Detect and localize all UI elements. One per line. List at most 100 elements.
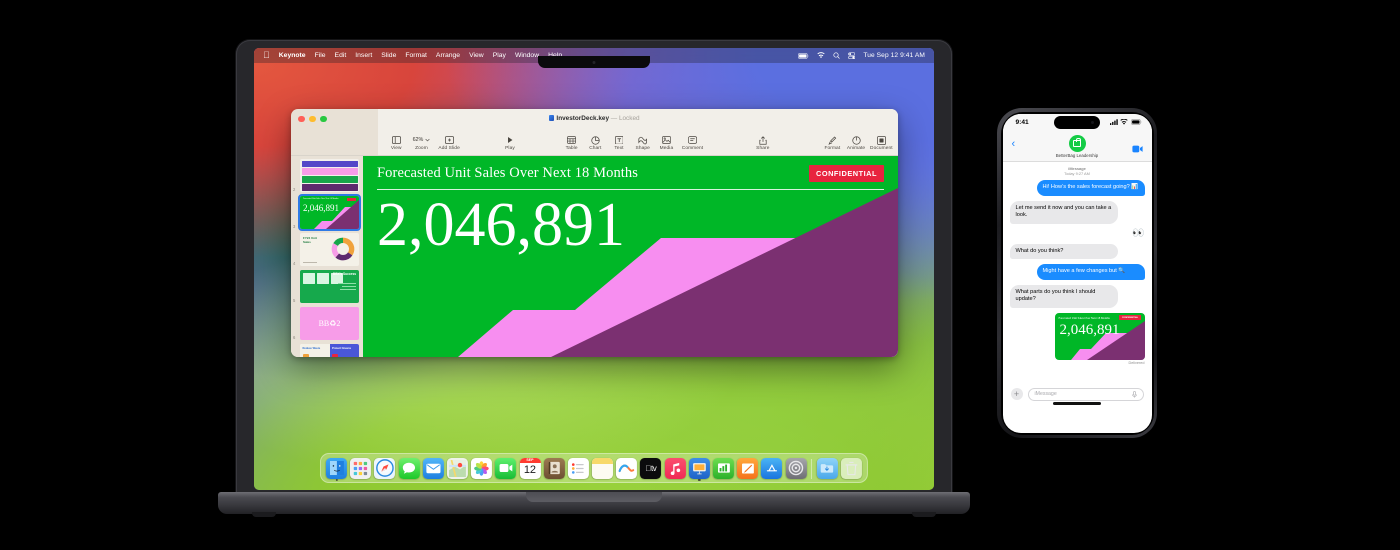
dock-app-launchpad[interactable] (350, 457, 372, 479)
slide-hero-number[interactable]: 2,046,891 (377, 194, 625, 256)
toolbar-comment-button[interactable]: Comment (678, 135, 706, 151)
dock-app-photos[interactable] (471, 457, 493, 479)
macbook-lid-notch (526, 492, 662, 502)
slide-thumbnail-6[interactable]: 6 BB♻2 (293, 307, 361, 340)
toolbar-play-button[interactable]: Play (498, 135, 522, 151)
dock-trash[interactable] (841, 457, 863, 479)
dock-app-freeform[interactable] (616, 457, 638, 479)
play-icon (506, 135, 514, 145)
search-icon[interactable] (833, 52, 840, 59)
comment-icon (688, 135, 697, 145)
macos-dock[interactable]: SEP 12 tv (319, 453, 869, 483)
dock-app-system-settings[interactable] (785, 457, 807, 479)
dock-app-pages[interactable] (737, 457, 759, 479)
window-lock-state[interactable]: — Locked (611, 115, 640, 122)
running-indicator (335, 478, 338, 482)
dock-app-finder[interactable] (325, 457, 347, 479)
menu-item-slide[interactable]: Slide (381, 52, 396, 59)
menu-item-insert[interactable]: Insert (355, 52, 372, 59)
menu-clock[interactable]: Tue Sep 12 9:41 AM (863, 52, 925, 59)
avatar[interactable] (1068, 134, 1086, 152)
menu-item-arrange[interactable]: Arrange (436, 52, 460, 59)
toolbar-shape-button[interactable]: Shape (631, 135, 655, 151)
dock-app-contacts[interactable] (543, 457, 565, 479)
dock-app-keynote[interactable] (688, 457, 710, 479)
dock-app-app-store[interactable] (761, 457, 783, 479)
slide-thumbnail-3[interactable]: 3 Forecasted Unit Sales Over Next 18 Mon… (293, 193, 362, 232)
slide-canvas[interactable]: Forecasted Unit Sales Over Next 18 Month… (363, 156, 898, 357)
zoom-icon: 62% (413, 135, 431, 145)
dock-downloads-folder[interactable] (816, 457, 838, 479)
shared-slide-preview[interactable]: Forecasted Unit Sales Over Next 18 Month… (1054, 312, 1145, 360)
slide-title-text[interactable]: Forecasted Unit Sales Over Next 18 Month… (377, 165, 638, 182)
slide-navigator[interactable]: 2 3 Forecasted Unit Sales Over Next 18 M… (291, 156, 363, 357)
message-attachment[interactable]: Forecasted Unit Sales Over Next 18 Month… (1054, 312, 1145, 365)
dock-app-apple-tv[interactable]: tv (640, 457, 662, 479)
toolbar-share-button[interactable]: Share (751, 135, 775, 151)
dock-app-reminders[interactable] (567, 457, 589, 479)
message-bubble-outgoing[interactable]: Might have a few changes but 🔍 (1036, 264, 1145, 280)
zoom-button[interactable] (320, 115, 327, 122)
slide-thumbnail-4[interactable]: 4 FY24 Unit Sales (293, 233, 361, 266)
close-button[interactable] (298, 115, 305, 122)
menu-item-play[interactable]: Play (493, 52, 506, 59)
dock-app-maps[interactable] (446, 457, 468, 479)
minimize-button[interactable] (309, 115, 316, 122)
dock-app-messages[interactable] (398, 457, 420, 479)
wifi-icon[interactable] (817, 52, 825, 59)
apple-menu-icon[interactable]:  (263, 50, 270, 60)
thumb-right-title: Protect Oceans (332, 346, 352, 350)
current-slide[interactable]: Forecasted Unit Sales Over Next 18 Month… (363, 156, 898, 357)
window-traffic-lights[interactable] (298, 115, 327, 122)
message-bubble-incoming[interactable]: What do you think? (1009, 243, 1118, 260)
toolbar-text-label: Text (614, 146, 624, 151)
slide-header: Forecasted Unit Sales Over Next 18 Month… (377, 165, 884, 182)
toolbar-text-button[interactable]: Text (607, 135, 631, 151)
toolbar-add-slide-button[interactable]: Add Slide (435, 135, 463, 151)
conversation-header[interactable]: BetterBag Leadership (1003, 134, 1152, 158)
toolbar-add-slide-label: Add Slide (438, 146, 460, 151)
toolbar-table-label: Table (565, 146, 578, 151)
slide-thumbnail-7[interactable]: 7 Reduce Waste Protect Oceans (300, 344, 361, 357)
message-reaction-eyes[interactable]: 👀 (1010, 228, 1144, 239)
toolbar-zoom-control[interactable]: 62% Zoom (408, 135, 435, 151)
menu-item-window[interactable]: Window (515, 52, 539, 59)
dock-app-numbers[interactable] (712, 457, 734, 479)
toolbar-media-button[interactable]: Media (655, 135, 679, 151)
menu-item-format[interactable]: Format (405, 52, 427, 59)
window-filename[interactable]: InvestorDeck.key (556, 115, 609, 122)
dock-app-calendar[interactable]: SEP 12 (519, 457, 541, 479)
toolbar-table-button[interactable]: Table (560, 135, 584, 151)
message-bubble-incoming[interactable]: What parts do you think I should update? (1009, 284, 1118, 308)
menu-item-edit[interactable]: Edit (335, 52, 347, 59)
toolbar-animate-button[interactable]: Animate (844, 135, 868, 151)
menu-item-view[interactable]: View (469, 52, 484, 59)
dock-app-notes[interactable] (592, 457, 613, 479)
shared-slide-number: 2,046,891 (1059, 321, 1120, 338)
toolbar-media-label: Media (659, 146, 674, 151)
dynamic-island (1054, 116, 1100, 129)
add-attachment-button[interactable]: + (1010, 388, 1023, 400)
toolbar-document-button[interactable]: Document (868, 135, 895, 151)
message-bubble-incoming[interactable]: Let me send it now and you can take a lo… (1009, 200, 1118, 224)
control-center-icon[interactable] (848, 52, 856, 60)
dock-app-mail[interactable] (422, 457, 444, 479)
menu-item-file[interactable]: File (315, 52, 326, 59)
toolbar-view-button[interactable]: View (384, 135, 408, 151)
iphone-nav-bar: ‹ BetterBag Leadership (1002, 131, 1152, 162)
message-input[interactable]: iMessage (1027, 387, 1144, 401)
message-thread[interactable]: iMessage Today 9:27 AM Hi! How’s the sal… (1002, 161, 1152, 381)
dock-app-safari[interactable] (374, 457, 396, 479)
slide-thumbnail-5[interactable]: 5 BBX’s Success (293, 270, 361, 303)
battery-icon[interactable] (797, 52, 809, 59)
shared-slide-title: Forecasted Unit Sales Over Next 18 Month… (1058, 315, 1110, 320)
confidential-badge[interactable]: CONFIDENTIAL (808, 165, 884, 182)
dock-app-music[interactable] (664, 457, 686, 479)
toolbar-format-button[interactable]: Format (821, 135, 845, 151)
slide-thumbnail-2[interactable]: 2 (293, 159, 361, 192)
dock-app-facetime[interactable] (495, 457, 517, 479)
macbook-lid:  Keynote File Edit Insert Slide Format … (236, 40, 952, 498)
menu-app-name[interactable]: Keynote (279, 52, 306, 59)
toolbar-chart-button[interactable]: Chart (583, 135, 607, 151)
message-bubble-outgoing[interactable]: Hi! How’s the sales forecast going? 📊 (1036, 180, 1145, 196)
